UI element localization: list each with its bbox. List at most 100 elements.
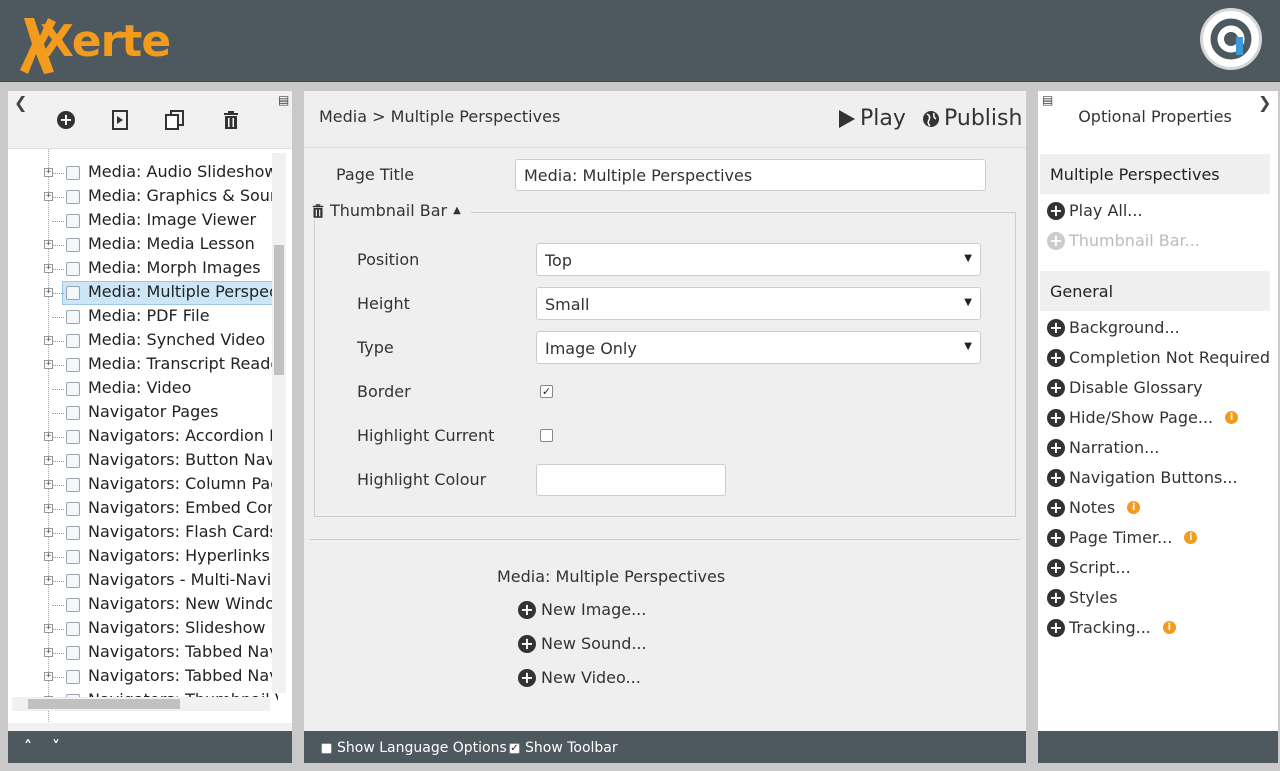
tree-connector bbox=[52, 245, 64, 246]
brand-badge-icon[interactable] bbox=[1200, 8, 1262, 70]
copy-page-button[interactable] bbox=[164, 109, 186, 131]
property-item[interactable]: + Tracking... i bbox=[1047, 618, 1176, 637]
height-select[interactable]: Small ▼ bbox=[536, 287, 981, 320]
new-image-button[interactable]: + New Image... bbox=[518, 600, 646, 619]
new-video-button[interactable]: + New Video... bbox=[518, 668, 641, 687]
tree-item[interactable]: +Media: Multiple Perspectives bbox=[8, 281, 278, 305]
chevron-down-icon: ▼ bbox=[964, 341, 972, 352]
border-label: Border bbox=[357, 382, 411, 401]
properties-footer bbox=[1038, 731, 1278, 763]
tree-item[interactable]: Navigator Pages bbox=[8, 401, 278, 425]
app-header: Xerte bbox=[0, 0, 1280, 82]
tree-item[interactable]: + Media: Audio Slideshow bbox=[8, 161, 278, 185]
show-toolbar-checkbox[interactable]: ✓ bbox=[509, 742, 520, 754]
tree-item[interactable]: + Media: Transcript Reader bbox=[8, 353, 278, 377]
tree-item[interactable]: + Media: Graphics & Sound bbox=[8, 185, 278, 209]
highlight-colour-label: Highlight Colour bbox=[357, 470, 487, 489]
tree-item[interactable]: + Navigators: Column Pages bbox=[8, 473, 278, 497]
pin-icon[interactable]: ▤ bbox=[1042, 93, 1053, 107]
info-icon[interactable]: i bbox=[1225, 411, 1239, 424]
pin-icon[interactable]: ▤ bbox=[278, 93, 289, 107]
tree-item-label: Navigators: Flash Cards bbox=[88, 522, 278, 541]
play-icon bbox=[839, 109, 855, 128]
collapse-caret-icon[interactable]: ▲ bbox=[453, 205, 461, 216]
tree-connector bbox=[52, 653, 64, 654]
publish-label: Publish bbox=[944, 106, 1023, 131]
add-page-button[interactable]: + bbox=[55, 109, 77, 131]
new-sound-button[interactable]: + New Sound... bbox=[518, 634, 647, 653]
tree-vertical-scrollbar[interactable] bbox=[272, 153, 286, 693]
tree-item[interactable]: +Navigators: Button Navigator bbox=[8, 449, 278, 473]
tree-item-label: Navigators: Column Pages bbox=[88, 474, 278, 493]
info-icon[interactable]: i bbox=[1184, 531, 1198, 544]
property-item[interactable]: + Page Timer... i bbox=[1047, 528, 1198, 547]
property-label: Narration... bbox=[1069, 438, 1160, 457]
property-item[interactable]: + Script... bbox=[1047, 558, 1131, 577]
property-item[interactable]: + Disable Glossary bbox=[1047, 378, 1203, 397]
delete-page-button[interactable] bbox=[220, 109, 242, 131]
tree-item[interactable]: +Navigators - Multi-Navigator bbox=[8, 569, 278, 593]
tree-connector bbox=[52, 413, 64, 414]
move-down-icon[interactable]: ˅ bbox=[52, 737, 60, 756]
tree-item[interactable]: Navigators: New Window bbox=[8, 593, 278, 617]
show-toolbar-label: Show Toolbar bbox=[525, 740, 618, 756]
tree-item[interactable]: +Navigators: Accordion Navigator bbox=[8, 425, 278, 449]
highlight-colour-input[interactable] bbox=[536, 464, 726, 496]
duplicate-page-button[interactable] bbox=[109, 109, 131, 131]
add-icon: + bbox=[1047, 201, 1065, 220]
border-checkbox[interactable]: ✓ bbox=[540, 385, 553, 398]
tree-horizontal-scroll-thumb[interactable] bbox=[28, 699, 180, 709]
property-item[interactable]: + Navigation Buttons... bbox=[1047, 468, 1238, 487]
thumbnail-bar-label: Thumbnail Bar bbox=[330, 201, 448, 220]
delete-icon[interactable] bbox=[312, 203, 324, 218]
play-button[interactable]: Play bbox=[838, 106, 906, 131]
tree-item[interactable]: + Navigators: Hyperlinks bbox=[8, 545, 278, 569]
show-language-options-toggle[interactable]: Show Language Options bbox=[321, 740, 507, 756]
show-toolbar-toggle[interactable]: ✓ Show Toolbar bbox=[509, 740, 618, 756]
tree-item[interactable]: Media: PDF File bbox=[8, 305, 278, 329]
play-all-button[interactable]: + Play All... bbox=[1047, 201, 1143, 220]
collapse-left-icon[interactable]: ❮ bbox=[14, 93, 27, 112]
property-item[interactable]: + Hide/Show Page... i bbox=[1047, 408, 1239, 427]
tree-item[interactable]: +Navigators: Slideshow Navigator bbox=[8, 617, 278, 641]
tree-item-label: Media: Multiple Perspectives bbox=[88, 282, 278, 301]
property-item[interactable]: + Completion Not Required bbox=[1047, 348, 1270, 367]
tree-connector bbox=[52, 341, 64, 342]
tree-item[interactable]: Media: Video bbox=[8, 377, 278, 401]
position-select[interactable]: Top ▼ bbox=[536, 243, 981, 276]
show-language-options-checkbox[interactable] bbox=[321, 742, 332, 754]
info-icon[interactable]: i bbox=[1127, 501, 1141, 514]
page-title-input[interactable]: Media: Multiple Perspectives bbox=[515, 159, 986, 191]
tree-item[interactable]: + Media: Media Lesson bbox=[8, 233, 278, 257]
property-item[interactable]: + Styles bbox=[1047, 588, 1118, 607]
tree-item-label: Media: Media Lesson bbox=[88, 234, 255, 253]
tree-item-label: Media: Transcript Reader bbox=[88, 354, 278, 373]
publish-button[interactable]: Publish bbox=[922, 106, 1022, 131]
tree-item[interactable]: +Navigators: Tabbed Navigator bbox=[8, 665, 278, 689]
tree-item[interactable]: +Navigators: Tabbed Navigator bbox=[8, 641, 278, 665]
thumbnail-bar-legend: Thumbnail Bar ▲ bbox=[312, 201, 471, 220]
property-item[interactable]: + Background... bbox=[1047, 318, 1180, 337]
tree-item[interactable]: + Navigators: Flash Cards bbox=[8, 521, 278, 545]
pages-icon bbox=[66, 622, 80, 636]
tree-toolbar: ❮ ▤ + bbox=[8, 91, 292, 146]
tree-connector bbox=[52, 509, 64, 510]
type-select[interactable]: Image Only ▼ bbox=[536, 331, 981, 364]
panel-title: Optional Properties bbox=[1078, 107, 1232, 126]
move-up-icon[interactable]: ˄ bbox=[24, 737, 32, 756]
property-item[interactable]: + Notes i bbox=[1047, 498, 1141, 517]
property-item[interactable]: + Narration... bbox=[1047, 438, 1159, 457]
tree-item[interactable]: + Media: Morph Images bbox=[8, 257, 278, 281]
tree-horizontal-scrollbar[interactable] bbox=[12, 697, 270, 711]
tree-connector bbox=[52, 605, 64, 606]
height-value: Small bbox=[545, 295, 590, 314]
tree-item[interactable]: +Navigators: Embed Content bbox=[8, 497, 278, 521]
tree-item[interactable]: + Media: Synched Video bbox=[8, 329, 278, 353]
thumbnail-bar-button: + Thumbnail Bar... bbox=[1047, 231, 1200, 250]
new-video-label: New Video... bbox=[541, 668, 641, 687]
info-icon[interactable]: i bbox=[1162, 621, 1176, 634]
tree-item-label: Media: Graphics & Sound bbox=[88, 186, 278, 205]
tree-item[interactable]: Media: Image Viewer bbox=[8, 209, 278, 233]
highlight-current-checkbox[interactable] bbox=[540, 429, 553, 442]
tree-vertical-scroll-thumb[interactable] bbox=[274, 245, 284, 375]
